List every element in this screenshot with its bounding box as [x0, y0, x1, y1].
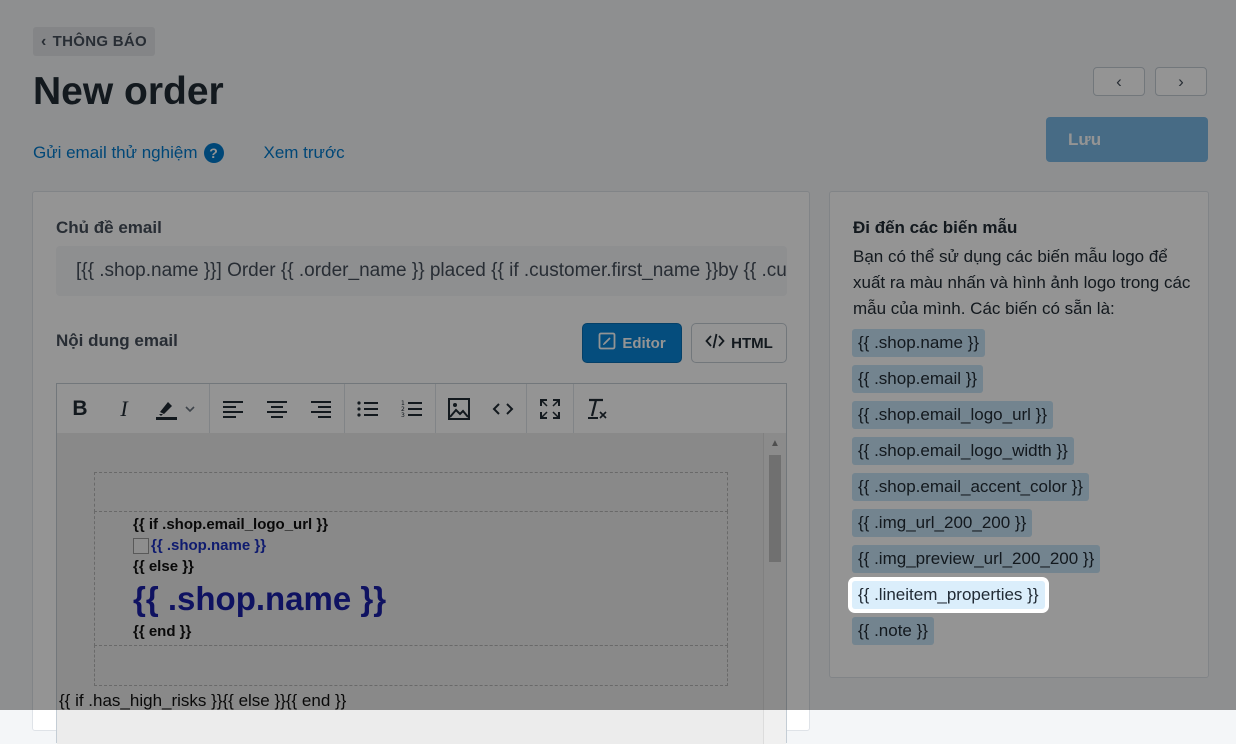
chevron-right-icon: › [1178, 71, 1184, 91]
page-title: New order [33, 70, 224, 113]
subject-input[interactable]: [{{ .shop.name }}] Order {{ .order_name … [56, 246, 787, 296]
editor-mode-label: Editor [622, 334, 666, 352]
editor-mode-button[interactable]: Editor [582, 323, 682, 363]
template-variables-card: Đi đến các biến mẫu Bạn có thể sử dụng c… [829, 191, 1209, 678]
scrollbar-thumb[interactable] [769, 455, 781, 562]
bullet-list-icon[interactable] [353, 394, 383, 424]
template-row [94, 472, 728, 512]
template-row: {{ if .shop.email_logo_url }} {{ .shop.n… [94, 511, 728, 646]
variables-description: Bạn có thể sử dụng các biến mẫu logo để … [853, 247, 1191, 318]
variable-tag[interactable]: {{ .shop.email_logo_url }} [852, 401, 1054, 429]
template-footer-line: {{ if .has_high_risks }}{{ else }}{{ end… [59, 691, 347, 710]
template-table: {{ if .shop.email_logo_url }} {{ .shop.n… [94, 472, 728, 687]
content-label: Nội dung email [56, 331, 178, 350]
save-button[interactable]: Lưu [1046, 117, 1208, 162]
rich-text-editor: B I 1 2 3 {{if .shop.email_logo_url}} … [56, 383, 787, 744]
logo-image: {{ .shop.name }} [133, 535, 727, 556]
back-label: THÔNG BÁO [52, 33, 148, 50]
preview-link[interactable]: Xem trước [264, 143, 345, 163]
image-icon[interactable] [444, 394, 474, 424]
chevron-left-icon: ‹ [1116, 71, 1122, 91]
scroll-up-icon[interactable]: ▲ [770, 438, 780, 449]
pagination: ‹ › [1093, 67, 1207, 96]
highlight-icon[interactable] [153, 394, 201, 424]
template-else: {{ else }} [133, 558, 194, 575]
html-mode-label: HTML [731, 334, 773, 352]
chevron-left-icon: ‹ [41, 32, 47, 50]
variable-tag[interactable]: {{ .shop.email_accent_color }} [852, 473, 1089, 501]
code-icon[interactable] [488, 394, 518, 424]
variable-tag[interactable]: {{ .img_url_200_200 }} [852, 509, 1033, 537]
editor-scrollbar[interactable]: ▲ [763, 433, 786, 744]
variables-list: {{ .shop.name }} {{ .shop.email }} {{ .sho… [852, 329, 1101, 645]
variable-tag[interactable]: {{ .shop.name }} [852, 329, 985, 357]
align-left-icon[interactable] [218, 394, 248, 424]
send-test-email-link[interactable]: Gửi email thử nghiệm [33, 143, 198, 163]
variable-tag[interactable]: {{ .lineitem_properties }} [852, 581, 1045, 609]
subject-label: Chủ đề email [56, 218, 162, 237]
editor-toolbar: B I 1 2 3 [57, 384, 786, 434]
variable-tag[interactable]: {{ .img_preview_url_200_200 }} [852, 545, 1101, 573]
code-icon [705, 333, 725, 353]
header-links: Gửi email thử nghiệm ? Xem trước [33, 143, 345, 163]
template-row [94, 645, 728, 686]
broken-image-icon [133, 537, 149, 554]
variables-title: Đi đến các biến mẫu [853, 218, 1018, 237]
bold-icon[interactable]: B [65, 394, 95, 424]
help-icon[interactable]: ? [203, 143, 224, 163]
clear-format-icon[interactable] [582, 394, 612, 424]
svg-text:3: 3 [401, 412, 405, 419]
editor-content[interactable]: {{ if .shop.email_logo_url }} {{ .shop.n… [57, 433, 786, 744]
template-if-logo: {{ if .shop.email_logo_url }} [133, 516, 329, 533]
align-center-icon[interactable] [262, 394, 292, 424]
italic-icon[interactable]: I [109, 394, 139, 424]
logo-alt-text: {{ .shop.name }} [151, 537, 267, 554]
previous-button[interactable]: ‹ [1093, 67, 1145, 96]
variable-tag[interactable]: {{ .note }} [852, 617, 934, 645]
template-end: {{ end }} [133, 623, 192, 640]
back-button[interactable]: ‹ THÔNG BÁO [33, 27, 156, 56]
variable-tag[interactable]: {{ .shop.email }} [852, 365, 984, 393]
edit-icon [598, 332, 616, 354]
email-template-card: Chủ đề email [{{ .shop.name }}] Order {{… [32, 191, 810, 744]
fullscreen-icon[interactable] [535, 394, 565, 424]
template-shop-name: {{ .shop.name }} [133, 580, 387, 617]
align-right-icon[interactable] [306, 394, 336, 424]
html-mode-button[interactable]: HTML [691, 323, 787, 363]
variable-tag[interactable]: {{ .shop.email_logo_width }} [852, 437, 1074, 465]
numbered-list-icon[interactable]: 123 [397, 394, 427, 424]
next-button[interactable]: › [1155, 67, 1207, 96]
